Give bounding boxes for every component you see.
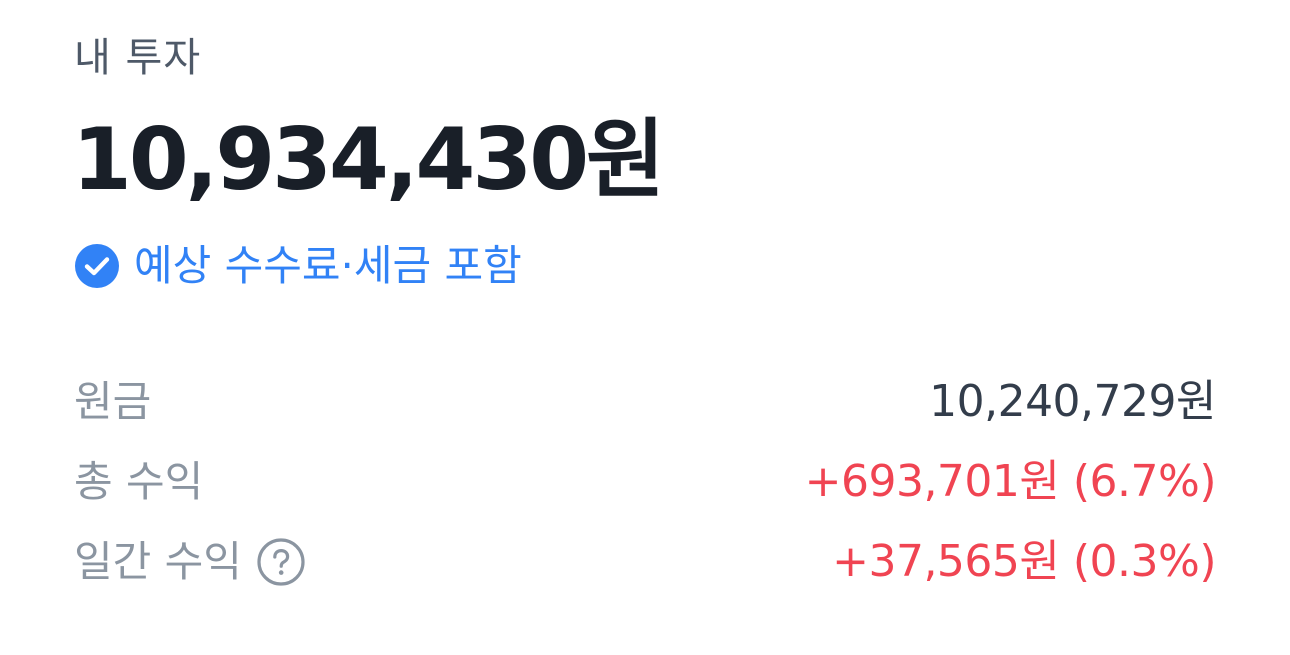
principal-row: 원금 10,240,729원 [74, 366, 1216, 438]
check-circle-icon [74, 243, 120, 289]
daily-return-label-group: 일간 수익 [74, 536, 306, 588]
investment-summary-list: 원금 10,240,729원 총 수익 +693,701원 (6.7%) 일간 … [74, 366, 1217, 606]
principal-label: 원금 [74, 377, 152, 426]
section-title: 내 투자 [74, 35, 202, 81]
daily-return-label: 일간 수익 [74, 537, 242, 586]
fee-tax-included-toggle[interactable]: 예상 수수료·세금 포함 [74, 236, 522, 296]
daily-return-row: 일간 수익 +37,565원 (0.3%) [74, 526, 1216, 598]
question-circle-icon[interactable] [256, 537, 306, 587]
principal-value: 10,240,729원 [929, 376, 1216, 427]
total-return-label: 총 수익 [74, 457, 204, 506]
total-return-value: +693,701원 (6.7%) [804, 456, 1217, 507]
total-asset-value: 10,934,430원 [72, 110, 665, 210]
fee-tax-included-label: 예상 수수료·세금 포함 [134, 241, 522, 290]
total-return-row: 총 수익 +693,701원 (6.7%) [74, 446, 1217, 518]
daily-return-value: +37,565원 (0.3%) [832, 536, 1216, 587]
